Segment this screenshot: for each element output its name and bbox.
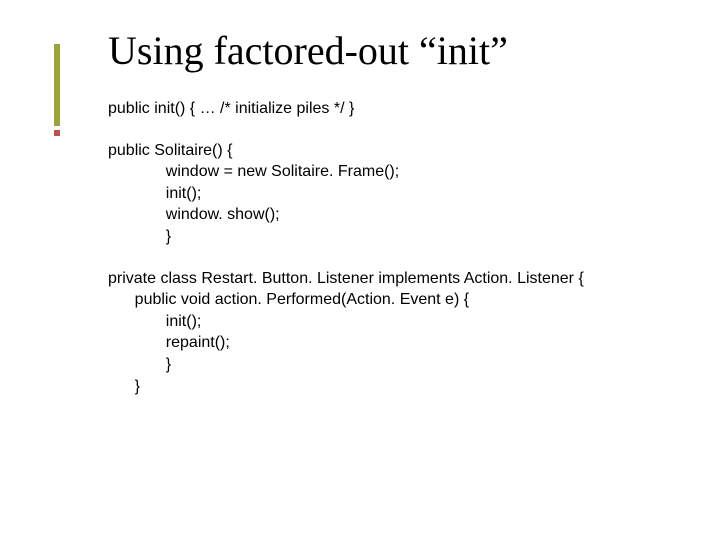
accent-square (54, 130, 60, 136)
slide-title: Using factored-out “init” (108, 30, 696, 72)
code-block-constructor: public Solitaire() { window = new Solita… (108, 140, 696, 248)
code-block-init: public init() { … /* initialize piles */… (108, 98, 696, 120)
code-block-listener: private class Restart. Button. Listener … (108, 268, 696, 398)
accent-bar (54, 44, 60, 126)
slide: Using factored-out “init” public init() … (0, 0, 720, 540)
